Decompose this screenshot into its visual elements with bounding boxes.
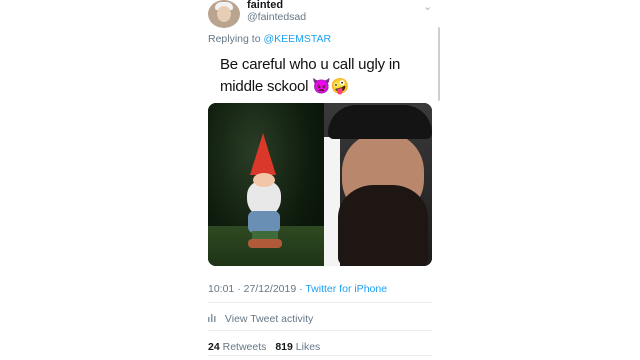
man-cap [328,105,432,139]
meta-separator: · [299,283,303,295]
gnome-face [253,173,275,187]
user-handle[interactable]: @faintedsad [247,11,306,23]
bar-chart-icon [208,313,216,325]
scrollbar[interactable] [438,27,440,101]
tweet-date: 27/12/2019 [243,283,297,295]
tweet-meta: 10:01 · 27/12/2019 · Twitter for iPhone [208,283,387,295]
divider [208,330,432,331]
tweet-stats: 24 Retweets 819 Likes [208,341,320,353]
replying-to: Replying to @KEEMSTAR [208,33,331,45]
display-name[interactable]: fainted [247,0,283,11]
tweet-source-link[interactable]: Twitter for iPhone [305,283,387,295]
likes-count: 819 [275,341,293,353]
gnome-hat [250,133,276,175]
man-photo [324,103,432,266]
tweet-time: 10:01 [208,283,235,295]
tweet-image[interactable] [208,103,432,266]
gnome-boots [248,239,282,248]
tweet-text: Be careful who u call ugly in middle sck… [220,56,401,95]
gnome-body [248,211,280,233]
man-beard [338,185,428,266]
mention-link[interactable]: @KEEMSTAR [263,33,331,45]
retweets-count: 24 [208,341,220,353]
meta-separator: · [237,283,241,295]
likes-label: Likes [295,341,321,353]
tweet-card: fainted @faintedsad ⌄ Replying to @KEEMS… [208,0,440,360]
avatar[interactable] [208,0,240,28]
chevron-down-icon[interactable]: ⌄ [423,0,432,13]
view-activity-button[interactable]: View Tweet activity [208,313,313,325]
retweets-label: Retweets [222,341,267,353]
gnome-photo [208,103,324,266]
retweets-stat[interactable]: 24 Retweets [208,341,269,353]
replying-to-label: Replying to [208,33,261,45]
divider [208,355,432,356]
view-activity-label: View Tweet activity [224,313,314,325]
divider [208,302,432,303]
likes-stat[interactable]: 819 Likes [275,341,320,353]
avatar-face [217,6,231,22]
